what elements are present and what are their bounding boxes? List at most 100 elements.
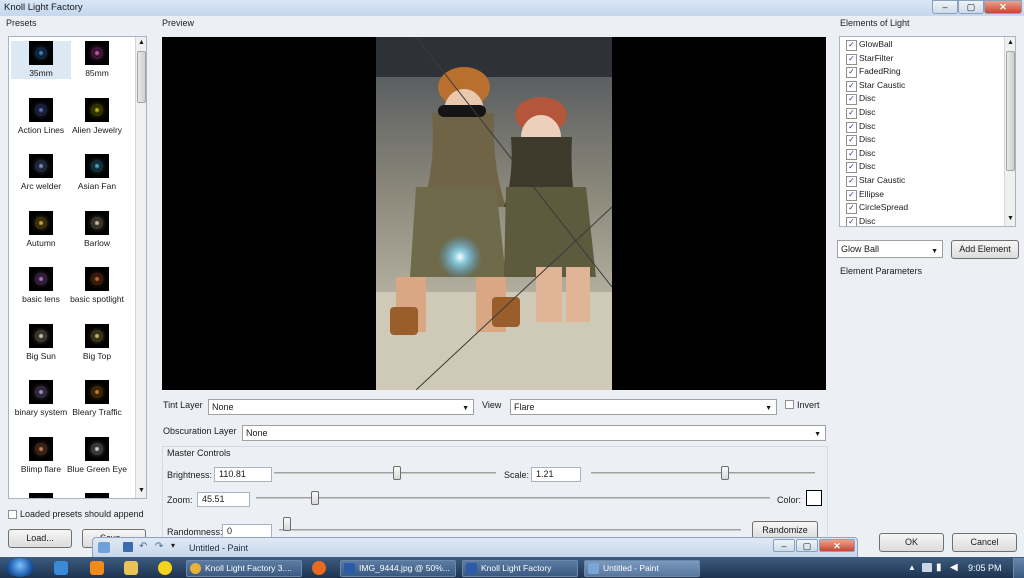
preset-item[interactable]: Arc welder (11, 154, 71, 192)
add-element-button[interactable]: Add Element (951, 240, 1019, 259)
scroll-down-icon[interactable]: ▼ (138, 487, 145, 494)
preset-item[interactable]: Blue Green Eye (67, 436, 127, 475)
preset-item[interactable]: Autumn (11, 210, 71, 249)
scale-slider-track[interactable] (591, 472, 815, 474)
network-icon[interactable]: ▮ (936, 562, 942, 573)
elements-scroll-thumb[interactable] (1006, 51, 1015, 171)
paint-minimize-button[interactable]: – (773, 539, 795, 552)
flag-icon[interactable] (922, 563, 932, 572)
media-player-icon[interactable] (90, 561, 104, 575)
preset-thumbnail (85, 323, 109, 348)
preview-canvas[interactable] (162, 37, 826, 390)
presets-scroll-thumb[interactable] (137, 51, 146, 103)
scroll-up-icon[interactable]: ▲ (138, 39, 145, 46)
invert-checkbox[interactable] (785, 400, 794, 409)
internet-explorer-icon[interactable] (54, 561, 68, 575)
save-icon[interactable] (123, 542, 133, 552)
brightness-input[interactable]: 110.81 (214, 467, 272, 482)
redo-icon[interactable]: ↷ (155, 541, 163, 552)
element-type-select[interactable]: Glow Ball ▼ (837, 240, 943, 258)
element-checkbox[interactable]: ✓ (846, 203, 857, 215)
window-title: Knoll Light Factory (4, 2, 83, 13)
obscuration-label: Obscuration Layer (163, 426, 237, 436)
preset-item[interactable] (11, 493, 71, 498)
task-photoshop-image[interactable]: IMG_9444.jpg @ 50%... (340, 560, 456, 577)
preset-item[interactable]: Barlow (67, 210, 127, 249)
element-checkbox[interactable]: ✓ (846, 108, 857, 119)
brightness-slider-track[interactable] (274, 472, 496, 474)
zoom-slider-thumb[interactable] (311, 491, 319, 505)
randomness-slider-thumb[interactable] (283, 517, 291, 531)
zoom-slider-track[interactable] (256, 497, 770, 499)
obscuration-select[interactable]: None ▼ (242, 425, 826, 441)
element-checkbox[interactable]: ✓ (846, 53, 857, 65)
preset-item[interactable]: binary system (11, 380, 71, 418)
scale-input[interactable]: 1.21 (531, 467, 581, 482)
zoom-input[interactable]: 45.51 (197, 492, 250, 507)
element-label: Disc (859, 215, 876, 226)
load-button[interactable]: Load... (8, 529, 72, 548)
presets-scrollbar[interactable]: ▲ ▼ (135, 37, 146, 498)
scroll-down-icon[interactable]: ▼ (1007, 215, 1014, 222)
element-checkbox[interactable]: ✓ (846, 189, 857, 201)
append-checkbox[interactable] (8, 510, 17, 519)
start-button[interactable] (6, 558, 34, 577)
element-checkbox[interactable]: ✓ (846, 80, 857, 92)
undo-icon[interactable]: ↶ (139, 541, 147, 552)
element-checkbox[interactable]: ✓ (846, 121, 857, 133)
view-select[interactable]: Flare ▼ (510, 399, 777, 415)
view-value: Flare (514, 402, 535, 412)
element-checkbox[interactable]: ✓ (846, 94, 857, 106)
element-checkbox[interactable]: ✓ (846, 135, 857, 147)
preset-item[interactable] (67, 493, 127, 498)
clock[interactable]: 9:05 PM (968, 563, 1002, 573)
maximize-button[interactable]: ▢ (958, 0, 984, 14)
scale-slider-thumb[interactable] (721, 466, 729, 480)
task-knoll-light-factory[interactable]: Knoll Light Factory (462, 560, 578, 577)
preset-item[interactable]: Bleary Traffic (67, 380, 127, 418)
color-swatch[interactable] (806, 490, 822, 506)
paint-window-titlebar[interactable]: ↶ ↷ ▾ Untitled - Paint – ▢ ✕ (92, 537, 858, 558)
randomness-slider-track[interactable] (279, 529, 741, 531)
close-button[interactable]: ✕ (984, 0, 1022, 14)
cancel-button[interactable]: Cancel (952, 533, 1017, 552)
show-hidden-icons-icon[interactable]: ▲ (908, 563, 916, 572)
append-label: Loaded presets should append (20, 509, 144, 519)
element-checkbox[interactable]: ✓ (846, 148, 857, 160)
element-checkbox[interactable]: ✓ (846, 67, 857, 79)
elements-scrollbar[interactable]: ▲ ▼ (1004, 37, 1015, 226)
element-checkbox[interactable]: ✓ (846, 162, 857, 174)
tint-layer-select[interactable]: None ▼ (208, 399, 474, 415)
firefox-icon[interactable] (312, 561, 326, 575)
preset-item[interactable]: Big Sun (11, 323, 71, 362)
preset-item[interactable]: 85mm (67, 41, 127, 79)
volume-icon[interactable]: ◀ (950, 562, 958, 573)
ok-button[interactable]: OK (879, 533, 944, 552)
show-desktop-button[interactable] (1013, 558, 1024, 578)
preset-item[interactable]: Blimp flare (11, 436, 71, 475)
customize-toolbar-icon[interactable]: ▾ (171, 541, 175, 550)
elements-list[interactable]: ✓ GlowBall ✓ StarFilter ✓ FadedRing ✓ Star Caus… (839, 36, 1016, 227)
file-explorer-icon[interactable] (124, 561, 138, 575)
element-checkbox[interactable]: ✓ (846, 40, 857, 51)
preset-item[interactable]: basic spotlight (67, 267, 127, 305)
messenger-icon[interactable] (158, 561, 172, 575)
preset-item[interactable]: Action Lines (11, 97, 71, 136)
task-knoll-browser[interactable]: Knoll Light Factory 3.... (186, 560, 302, 577)
preset-label: Asian Fan (77, 181, 117, 191)
paint-maximize-button[interactable]: ▢ (796, 539, 818, 552)
preset-item[interactable]: basic lens (11, 267, 71, 305)
brightness-slider-thumb[interactable] (393, 466, 401, 480)
preset-item[interactable]: Alien Jewelry (67, 97, 127, 136)
element-checkbox[interactable]: ✓ (846, 176, 857, 187)
paint-close-button[interactable]: ✕ (819, 539, 855, 552)
scroll-up-icon[interactable]: ▲ (1007, 39, 1014, 46)
task-paint[interactable]: Untitled - Paint (584, 560, 700, 577)
preset-item[interactable]: Asian Fan (67, 154, 127, 192)
presets-list[interactable]: 35mm 85mm Action Lines Alien Jewelry Arc wel… (8, 36, 147, 499)
element-checkbox[interactable]: ✓ (846, 216, 857, 226)
preset-item[interactable]: Big Top (67, 323, 127, 362)
minimize-button[interactable]: – (932, 0, 958, 14)
preset-label: 35mm (29, 68, 53, 78)
preset-item[interactable]: 35mm (11, 41, 71, 79)
